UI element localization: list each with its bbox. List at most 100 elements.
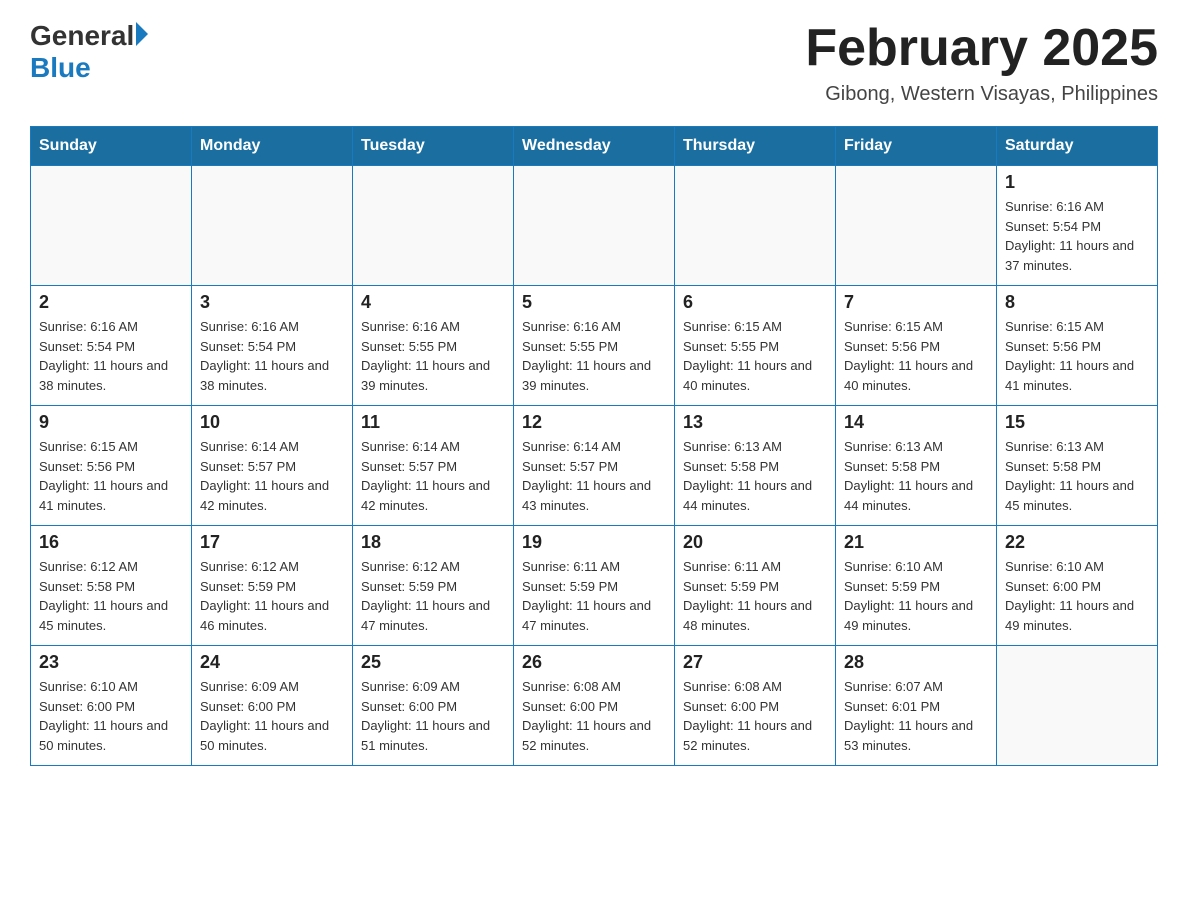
day-info: Sunrise: 6:14 AMSunset: 5:57 PMDaylight:… bbox=[522, 437, 666, 515]
day-info: Sunrise: 6:14 AMSunset: 5:57 PMDaylight:… bbox=[361, 437, 505, 515]
day-header-saturday: Saturday bbox=[997, 127, 1158, 166]
week-row-2: 2 Sunrise: 6:16 AMSunset: 5:54 PMDaylight… bbox=[31, 286, 1158, 406]
day-number: 20 bbox=[683, 532, 827, 553]
calendar-cell: 4 Sunrise: 6:16 AMSunset: 5:55 PMDaylight… bbox=[353, 286, 514, 406]
day-header-wednesday: Wednesday bbox=[514, 127, 675, 166]
day-info: Sunrise: 6:08 AMSunset: 6:00 PMDaylight:… bbox=[522, 677, 666, 755]
calendar-cell: 6 Sunrise: 6:15 AMSunset: 5:55 PMDaylight… bbox=[675, 286, 836, 406]
day-info: Sunrise: 6:13 AMSunset: 5:58 PMDaylight:… bbox=[1005, 437, 1149, 515]
calendar-cell: 1 Sunrise: 6:16 AMSunset: 5:54 PMDaylight… bbox=[997, 166, 1158, 286]
calendar-cell bbox=[514, 166, 675, 286]
day-info: Sunrise: 6:16 AMSunset: 5:54 PMDaylight:… bbox=[1005, 197, 1149, 275]
day-info: Sunrise: 6:15 AMSunset: 5:55 PMDaylight:… bbox=[683, 317, 827, 395]
day-number: 28 bbox=[844, 652, 988, 673]
calendar-cell: 13 Sunrise: 6:13 AMSunset: 5:58 PMDayligh… bbox=[675, 406, 836, 526]
day-number: 24 bbox=[200, 652, 344, 673]
day-info: Sunrise: 6:16 AMSunset: 5:54 PMDaylight:… bbox=[200, 317, 344, 395]
calendar-cell: 22 Sunrise: 6:10 AMSunset: 6:00 PMDayligh… bbox=[997, 526, 1158, 646]
day-info: Sunrise: 6:10 AMSunset: 5:59 PMDaylight:… bbox=[844, 557, 988, 635]
calendar-cell: 21 Sunrise: 6:10 AMSunset: 5:59 PMDayligh… bbox=[836, 526, 997, 646]
week-row-5: 23 Sunrise: 6:10 AMSunset: 6:00 PMDayligh… bbox=[31, 646, 1158, 766]
calendar-cell bbox=[997, 646, 1158, 766]
calendar-cell: 27 Sunrise: 6:08 AMSunset: 6:00 PMDayligh… bbox=[675, 646, 836, 766]
day-header-sunday: Sunday bbox=[31, 127, 192, 166]
calendar-title: February 2025 bbox=[805, 20, 1158, 77]
calendar-cell: 19 Sunrise: 6:11 AMSunset: 5:59 PMDayligh… bbox=[514, 526, 675, 646]
calendar-cell: 28 Sunrise: 6:07 AMSunset: 6:01 PMDayligh… bbox=[836, 646, 997, 766]
calendar-cell: 5 Sunrise: 6:16 AMSunset: 5:55 PMDaylight… bbox=[514, 286, 675, 406]
calendar-cell: 9 Sunrise: 6:15 AMSunset: 5:56 PMDaylight… bbox=[31, 406, 192, 526]
day-info: Sunrise: 6:12 AMSunset: 5:59 PMDaylight:… bbox=[361, 557, 505, 635]
day-number: 14 bbox=[844, 412, 988, 433]
day-info: Sunrise: 6:11 AMSunset: 5:59 PMDaylight:… bbox=[522, 557, 666, 635]
title-area: February 2025 Gibong, Western Visayas, P… bbox=[805, 20, 1158, 106]
calendar-subtitle: Gibong, Western Visayas, Philippines bbox=[805, 83, 1158, 106]
day-info: Sunrise: 6:15 AMSunset: 5:56 PMDaylight:… bbox=[39, 437, 183, 515]
day-number: 27 bbox=[683, 652, 827, 673]
calendar-cell: 20 Sunrise: 6:11 AMSunset: 5:59 PMDayligh… bbox=[675, 526, 836, 646]
week-row-3: 9 Sunrise: 6:15 AMSunset: 5:56 PMDaylight… bbox=[31, 406, 1158, 526]
day-info: Sunrise: 6:13 AMSunset: 5:58 PMDaylight:… bbox=[683, 437, 827, 515]
day-number: 1 bbox=[1005, 172, 1149, 193]
day-number: 8 bbox=[1005, 292, 1149, 313]
day-number: 21 bbox=[844, 532, 988, 553]
day-header-thursday: Thursday bbox=[675, 127, 836, 166]
day-number: 7 bbox=[844, 292, 988, 313]
calendar-cell: 24Sunrise: 6:09 AMSunset: 6:00 PMDayligh… bbox=[192, 646, 353, 766]
day-info: Sunrise: 6:08 AMSunset: 6:00 PMDaylight:… bbox=[683, 677, 827, 755]
logo: General bbox=[30, 20, 148, 52]
calendar-cell: 26 Sunrise: 6:08 AMSunset: 6:00 PMDayligh… bbox=[514, 646, 675, 766]
calendar-cell: 16 Sunrise: 6:12 AMSunset: 5:58 PMDayligh… bbox=[31, 526, 192, 646]
calendar-cell: 17 Sunrise: 6:12 AMSunset: 5:59 PMDayligh… bbox=[192, 526, 353, 646]
calendar-cell: 12Sunrise: 6:14 AMSunset: 5:57 PMDayligh… bbox=[514, 406, 675, 526]
day-info: Sunrise: 6:11 AMSunset: 5:59 PMDaylight:… bbox=[683, 557, 827, 635]
calendar-table: SundayMondayTuesdayWednesdayThursdayFrid… bbox=[30, 126, 1158, 766]
day-info: Sunrise: 6:12 AMSunset: 5:58 PMDaylight:… bbox=[39, 557, 183, 635]
day-number: 15 bbox=[1005, 412, 1149, 433]
day-number: 5 bbox=[522, 292, 666, 313]
calendar-cell bbox=[675, 166, 836, 286]
logo-triangle-icon bbox=[136, 22, 148, 46]
calendar-cell: 3 Sunrise: 6:16 AMSunset: 5:54 PMDaylight… bbox=[192, 286, 353, 406]
calendar-cell: 25 Sunrise: 6:09 AMSunset: 6:00 PMDayligh… bbox=[353, 646, 514, 766]
calendar-cell: 8Sunrise: 6:15 AMSunset: 5:56 PMDaylight… bbox=[997, 286, 1158, 406]
calendar-cell bbox=[836, 166, 997, 286]
day-number: 2 bbox=[39, 292, 183, 313]
day-header-monday: Monday bbox=[192, 127, 353, 166]
day-number: 9 bbox=[39, 412, 183, 433]
calendar-cell: 7 Sunrise: 6:15 AMSunset: 5:56 PMDaylight… bbox=[836, 286, 997, 406]
day-info: Sunrise: 6:15 AMSunset: 5:56 PMDaylight:… bbox=[844, 317, 988, 395]
day-number: 6 bbox=[683, 292, 827, 313]
week-row-1: 1 Sunrise: 6:16 AMSunset: 5:54 PMDaylight… bbox=[31, 166, 1158, 286]
day-number: 25 bbox=[361, 652, 505, 673]
day-number: 16 bbox=[39, 532, 183, 553]
day-info: Sunrise: 6:16 AMSunset: 5:54 PMDaylight:… bbox=[39, 317, 183, 395]
logo-area: General Blue bbox=[30, 20, 148, 84]
day-header-friday: Friday bbox=[836, 127, 997, 166]
day-info: Sunrise: 6:09 AMSunset: 6:00 PMDaylight:… bbox=[361, 677, 505, 755]
calendar-cell: 11Sunrise: 6:14 AMSunset: 5:57 PMDayligh… bbox=[353, 406, 514, 526]
day-number: 19 bbox=[522, 532, 666, 553]
day-number: 22 bbox=[1005, 532, 1149, 553]
day-number: 23 bbox=[39, 652, 183, 673]
day-info: Sunrise: 6:12 AMSunset: 5:59 PMDaylight:… bbox=[200, 557, 344, 635]
logo-general-text: General bbox=[30, 20, 134, 52]
calendar-cell: 14Sunrise: 6:13 AMSunset: 5:58 PMDayligh… bbox=[836, 406, 997, 526]
day-info: Sunrise: 6:10 AMSunset: 6:00 PMDaylight:… bbox=[1005, 557, 1149, 635]
day-info: Sunrise: 6:10 AMSunset: 6:00 PMDaylight:… bbox=[39, 677, 183, 755]
day-number: 13 bbox=[683, 412, 827, 433]
day-number: 17 bbox=[200, 532, 344, 553]
calendar-header-row: SundayMondayTuesdayWednesdayThursdayFrid… bbox=[31, 127, 1158, 166]
day-number: 4 bbox=[361, 292, 505, 313]
logo-blue-text: Blue bbox=[30, 52, 91, 84]
day-info: Sunrise: 6:16 AMSunset: 5:55 PMDaylight:… bbox=[522, 317, 666, 395]
day-info: Sunrise: 6:07 AMSunset: 6:01 PMDaylight:… bbox=[844, 677, 988, 755]
day-number: 3 bbox=[200, 292, 344, 313]
calendar-cell: 18 Sunrise: 6:12 AMSunset: 5:59 PMDayligh… bbox=[353, 526, 514, 646]
day-number: 26 bbox=[522, 652, 666, 673]
day-info: Sunrise: 6:16 AMSunset: 5:55 PMDaylight:… bbox=[361, 317, 505, 395]
calendar-cell: 2 Sunrise: 6:16 AMSunset: 5:54 PMDaylight… bbox=[31, 286, 192, 406]
day-number: 18 bbox=[361, 532, 505, 553]
calendar-cell bbox=[353, 166, 514, 286]
calendar-cell bbox=[31, 166, 192, 286]
